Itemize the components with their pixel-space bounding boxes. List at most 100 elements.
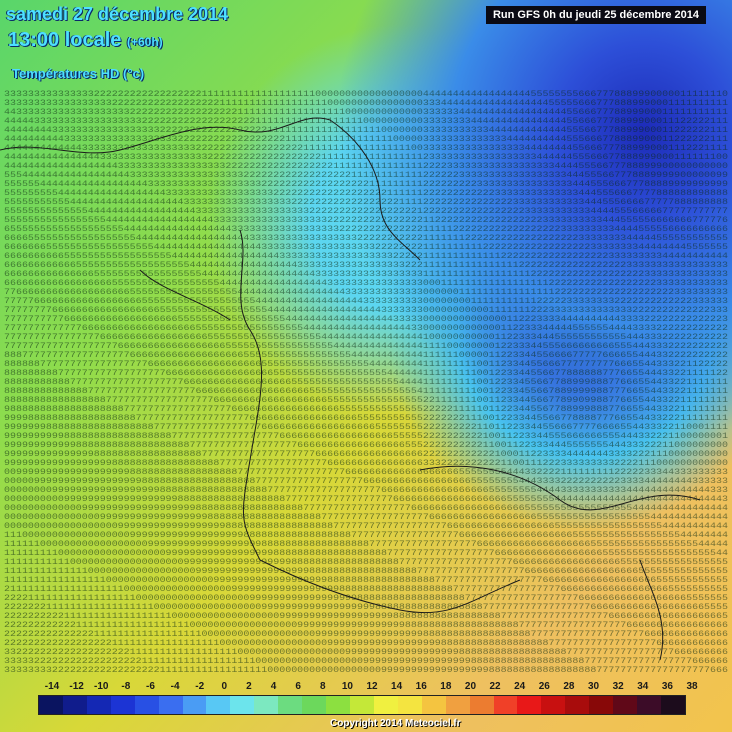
- legend-swatch: [278, 696, 303, 714]
- svg-text:777777776666666666666666665555: 7777777766666666666666666655555555555555…: [4, 306, 728, 315]
- svg-text:111111111000000000000000000999: 1111111110000000000000000009999999999999…: [4, 549, 728, 558]
- svg-text:444444444444444433333333333333: 4444444444444444333333333333333333222222…: [4, 153, 728, 162]
- legend-swatch: [230, 696, 255, 714]
- svg-text:777777777777766666666666666666: 7777777777777666666666666666666655555555…: [4, 324, 728, 333]
- svg-text:111111000000000000000000999999: 1111110000000000000000009999999999999999…: [4, 540, 728, 549]
- legend-swatch: [349, 696, 374, 714]
- parameter-label: Températures HD (°c): [12, 66, 145, 81]
- legend-tick: 36: [661, 681, 673, 692]
- svg-text:444444444444444444433333333333: 4444444444444444444333333333333333333222…: [4, 162, 728, 171]
- legend-swatch: [326, 696, 350, 714]
- legend-swatch: [39, 696, 63, 714]
- svg-text:111111111111111110000000000000: 1111111111111111100000000000000000099999…: [4, 576, 728, 585]
- svg-text:000000000000099999999999999999: 0000000000000999999999999999999988888888…: [4, 504, 728, 513]
- forecast-time-local: 13:00 locale: [8, 29, 122, 51]
- legend-swatch: [373, 696, 398, 714]
- legend-tick: 38: [686, 681, 698, 692]
- svg-text:444443333333333333333332222222: 4444433333333333333333322222222222222222…: [4, 117, 728, 126]
- copyright-text: Copyright 2014 Meteociel.fr: [330, 718, 461, 729]
- legend-tick: 24: [514, 681, 526, 692]
- legend-tick: -4: [170, 681, 180, 692]
- svg-text:111000000000000000000999999999: 1110000000000000000009999999999999999999…: [4, 531, 728, 540]
- svg-text:222222222211111111111111111100: 2222222222111111111111111111000000000000…: [4, 612, 728, 621]
- svg-text:009999999999999999999888888888: 0099999999999999999998888888888888888887…: [4, 468, 728, 477]
- legend-swatch: [397, 696, 422, 714]
- legend-tick: 8: [319, 681, 326, 692]
- svg-text:555555444444444444444444333333: 5555554444444444444444443333333333333333…: [4, 180, 728, 189]
- svg-text:555555555555554444444444444444: 5555555555555544444444444444444433333333…: [4, 207, 728, 216]
- forecast-time: 13:00 locale (+60h): [8, 29, 163, 52]
- svg-text:222222222222222222111111111111: 2222222222222222221111111111111111110000…: [4, 639, 728, 648]
- legend-swatch: [254, 696, 279, 714]
- svg-text:888888888888888887777777777777: 8888888888888888877777777777777777766666…: [4, 396, 728, 405]
- svg-text:000000000099999999999999999998: 0000000000999999999999999999988888888888…: [4, 495, 728, 504]
- svg-text:666666666666666555555555555555: 6666666666666665555555555555555554444444…: [4, 270, 728, 279]
- legend-tick: 30: [587, 681, 600, 692]
- svg-text:333333332222222222222222221111: 3333333322222222222222222211111111111111…: [4, 666, 728, 675]
- svg-text:666666655555555555555555544444: 6666666555555555555555555444444444444444…: [4, 243, 728, 252]
- legend-tick: -14: [44, 681, 60, 692]
- legend-tick: 34: [637, 681, 649, 692]
- svg-text:888888888777777777777777777666: 8888888887777777777777777776666666666666…: [4, 369, 728, 378]
- svg-text:555444444444444444444333333333: 5554444444444444444443333333333333333333…: [4, 171, 728, 180]
- svg-text:222222211111111111111111100000: 2222222111111111111111111000000000000000…: [4, 603, 728, 612]
- svg-text:777777777777777777766666666666: 7777777777777777777666666666666666666555…: [4, 342, 728, 351]
- legend-swatch: [86, 696, 111, 714]
- svg-text:988888888888888888887777777777: 9888888888888888888877777777777777777766…: [4, 405, 728, 414]
- svg-text:999999999988888888888888888877: 9999999999888888888888888888777777777777…: [4, 432, 728, 441]
- svg-text:777777777766666666666666666665: 7777777777666666666666666666655555555555…: [4, 315, 728, 324]
- svg-text:000000000000000099999999999999: 0000000000000000999999999999999999888888…: [4, 513, 728, 522]
- legend-tick: -10: [93, 681, 109, 692]
- legend-tick: 2: [246, 681, 252, 692]
- legend-tick: 20: [464, 681, 477, 692]
- legend-swatch: [469, 696, 494, 714]
- svg-text:333333333333333333222222222222: 3333333333333333332222222222222222221111…: [4, 99, 728, 108]
- svg-text:443333333333333333333222222222: 4433333333333333333332222222222222222221…: [4, 108, 728, 117]
- legend-tick-labels: -14 -12 -10 -8 -6 -4 -2 0 2 4 6 8 10 12 14 16 18 20 22 24 26…: [45, 681, 698, 693]
- svg-text:888888888887777777777777777777: 8888888888877777777777777777776666666666…: [4, 378, 728, 387]
- svg-text:111111111111110000000000000000: 1111111111111100000000000000000099999999…: [4, 567, 728, 576]
- legend-swatch: [302, 696, 327, 714]
- legend-swatch: [62, 696, 87, 714]
- legend-tick: 26: [538, 681, 550, 692]
- svg-text:222222222222222111111111111111: 2222222222222221111111111111111110000000…: [4, 630, 728, 639]
- legend-swatch: [565, 696, 590, 714]
- svg-text:555555555554444444444444444444: 5555555555544444444444444444443333333333…: [4, 198, 728, 207]
- svg-text:777777777777777766666666666666: 7777777777777777666666666666666666555555…: [4, 333, 728, 342]
- forecast-date: samedi 27 décembre 2014: [6, 4, 229, 24]
- legend-swatch: [517, 696, 542, 714]
- legend-swatch: [421, 696, 446, 714]
- svg-text:999999988888888888888888877777: 9999999888888888888888888777777777777777…: [4, 423, 728, 432]
- legend-swatch: [541, 696, 566, 714]
- svg-text:999999999999999888888888888888: 9999999999999998888888888888888887777777…: [4, 450, 728, 459]
- legend-tick: -2: [195, 681, 205, 692]
- legend-tick: -6: [146, 681, 155, 692]
- svg-text:555555555555555554444444444444: 5555555555555555544444444444444444433333…: [4, 216, 728, 225]
- legend-tick: -12: [69, 681, 84, 692]
- svg-text:777776666666666666666665555555: 7777766666666666666666655555555555555555…: [4, 297, 728, 306]
- forecast-time-offset: (+60h): [126, 35, 163, 49]
- legend-swatch: [206, 696, 231, 714]
- legend-swatch: [493, 696, 518, 714]
- legend-swatch: [158, 696, 183, 714]
- legend-tick: 18: [440, 681, 452, 692]
- svg-text:666666666655555555555555555544: 6666666666555555555555555555444444444444…: [4, 252, 728, 261]
- legend-tick: 22: [489, 681, 501, 692]
- svg-text:555555555444444444444444444333: 5555555554444444444444444443333333333333…: [4, 189, 728, 198]
- svg-text:999999999999888888888888888888: 9999999999998888888888888888888777777777…: [4, 441, 728, 450]
- svg-text:888888888888887777777777777777: 8888888888888877777777777777777766666666…: [4, 387, 728, 396]
- svg-text:000000009999999999999999998888: 0000000099999999999999999988888888888888…: [4, 486, 728, 495]
- svg-text:000000000000000000099999999999: 0000000000000000000999999999999999999888…: [4, 522, 728, 531]
- svg-text:655555555555555555554444444444: 6555555555555555555544444444444444444433…: [4, 225, 728, 234]
- legend-tick: 14: [391, 681, 403, 692]
- svg-text:666666666666555555555555555555: 6666666666665555555555555555555444444444…: [4, 261, 728, 270]
- legend-swatch: [613, 696, 638, 714]
- legend-tick: -8: [121, 681, 131, 692]
- svg-text:444444443333333333333333332222: 4444444433333333333333333322222222222222…: [4, 126, 728, 135]
- legend-tick: 6: [295, 681, 301, 692]
- svg-text:333332222222222222222221111111: 3333322222222222222222211111111111111111…: [4, 657, 728, 666]
- svg-text:333333333333333222222222222222: 3333333333333332222222222222222221111111…: [4, 90, 728, 99]
- legend-swatch: [660, 696, 685, 714]
- svg-text:776666666666666666666555555555: 7766666666666666666665555555555555555554…: [4, 288, 728, 297]
- svg-text:111111111110000000000000000000: 1111111111100000000000000000009999999999…: [4, 558, 728, 567]
